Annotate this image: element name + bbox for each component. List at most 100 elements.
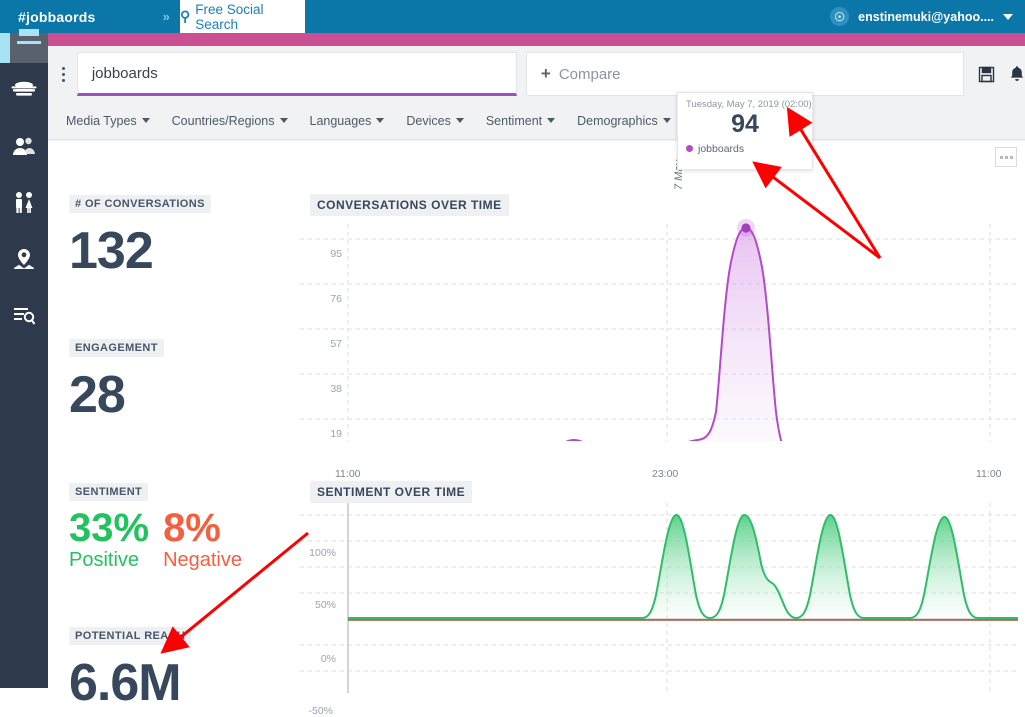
three-dots-icon[interactable] — [995, 147, 1017, 167]
list-search-icon — [11, 303, 37, 327]
logo-mark-bottom — [17, 41, 41, 44]
filter-label: Sentiment — [486, 114, 542, 128]
compare-label: Compare — [559, 66, 621, 83]
filter-label: Countries/Regions — [172, 114, 275, 128]
account-area[interactable]: ☉ enstinemuki@yahoo.... — [830, 0, 1025, 33]
account-email: enstinemuki@yahoo.... — [858, 10, 994, 24]
floppy-save-icon[interactable] — [978, 66, 995, 83]
people-icon — [11, 135, 37, 159]
conversations-chart-panel: CONVERSATIONS OVER TIME — [300, 141, 1025, 431]
map-pin-icon — [11, 247, 37, 271]
sentiment-positive: 33% Positive — [69, 507, 149, 572]
sentiment-negative-label: Negative — [163, 549, 242, 572]
y-tick-50: 50% — [304, 599, 336, 611]
chevron-down-icon — [280, 118, 288, 123]
kpi-value: 6.6M — [69, 657, 191, 709]
sentiment-positive-label: Positive — [69, 549, 149, 572]
kpi-conversations: # OF CONVERSATIONS 132 — [69, 194, 211, 277]
y-tick-38: 38 — [310, 383, 342, 395]
tooltip-value: 94 — [686, 110, 804, 139]
sentiment-chart-title: SENTIMENT OVER TIME — [310, 481, 472, 503]
tooltip-series-name: jobboards — [698, 143, 744, 155]
plus-icon: + — [541, 64, 551, 84]
filter-label: Languages — [310, 114, 372, 128]
gender-icon — [11, 191, 37, 215]
conversations-line — [308, 228, 1018, 441]
kpi-label: ENGAGEMENT — [69, 339, 164, 357]
filter-bar: Media Types Countries/Regions Languages … — [48, 102, 1025, 140]
kpi-sentiment: SENTIMENT 33% Positive 8% Negative — [69, 482, 242, 572]
kpi-column: # OF CONVERSATIONS 132 ENGAGEMENT 28 SEN… — [48, 141, 300, 688]
compare-button[interactable]: + Compare — [526, 52, 964, 96]
y-tick-57: 57 — [310, 338, 342, 350]
browser-tab-active[interactable]: ⚲ Free Social Search — [180, 0, 305, 33]
search-input[interactable]: jobboards — [77, 52, 517, 96]
browser-tab-active-label: Free Social Search — [195, 2, 305, 32]
sidebar-item-mentions[interactable] — [0, 287, 48, 343]
browser-tab-title: #jobbaords — [18, 9, 95, 25]
kpi-label: SENTIMENT — [69, 483, 148, 501]
filter-sentiment[interactable]: Sentiment — [486, 114, 555, 128]
chart-tooltip: Tuesday, May 7, 2019 (02:00) 94 jobboard… — [677, 92, 813, 170]
kpi-value: 28 — [69, 369, 164, 421]
filter-label: Demographics — [577, 114, 658, 128]
bell-icon[interactable] — [1009, 65, 1025, 83]
double-chevron-down-icon[interactable]: » — [163, 10, 170, 23]
y-tick-100: 100% — [304, 547, 336, 559]
chevron-down-icon — [456, 118, 464, 123]
filter-label: Devices — [406, 114, 450, 128]
filter-demographics[interactable]: Demographics — [577, 114, 671, 128]
toolbar-icons — [978, 65, 1025, 83]
sidebar — [0, 63, 48, 688]
logo-mark-top — [19, 29, 39, 36]
sentiment-negative: 8% Negative — [163, 507, 242, 572]
kpi-potential-reach: POTENTIAL REACH 6.6M — [69, 626, 191, 709]
sidebar-item-locations[interactable] — [0, 231, 48, 287]
sidebar-logo-block[interactable] — [10, 33, 48, 63]
sentiment-negative-value: 8% — [163, 507, 242, 549]
search-icon: ⚲ — [180, 8, 190, 25]
search-toolbar: jobboards + Compare — [48, 46, 1025, 102]
kpi-engagement: ENGAGEMENT 28 — [69, 338, 164, 421]
caret-down-icon[interactable] — [1003, 14, 1013, 20]
chevron-down-icon — [142, 118, 150, 123]
layers-icon — [11, 79, 37, 103]
chevron-down-icon — [663, 118, 671, 123]
filter-media-types[interactable]: Media Types — [66, 114, 150, 128]
y-tick-95: 95 — [310, 248, 342, 260]
tooltip-legend: jobboards — [686, 143, 804, 155]
globe-avatar-icon: ☉ — [830, 7, 849, 26]
sidebar-item-overview[interactable] — [0, 63, 48, 119]
search-input-value: jobboards — [92, 65, 158, 82]
filter-devices[interactable]: Devices — [406, 114, 463, 128]
sentiment-chart-panel: SENTIMENT OVER TIME — [300, 431, 1025, 688]
conversations-chart-title: CONVERSATIONS OVER TIME — [310, 194, 509, 216]
left-accent-strip — [0, 33, 10, 63]
sentiment-chart[interactable]: 100% 50% 0% -50% — [300, 503, 1025, 693]
sentiment-positive-value: 33% — [69, 507, 149, 549]
filter-label: Media Types — [66, 114, 137, 128]
kpi-value: 132 — [69, 225, 211, 277]
chevron-down-icon — [547, 118, 555, 123]
sidebar-item-audience[interactable] — [0, 119, 48, 175]
conversations-area-fill — [308, 228, 1018, 441]
topbar-spacer — [305, 0, 830, 33]
browser-tab-bar: #jobbaords » ⚲ Free Social Search ☉ enst… — [0, 0, 1025, 33]
tooltip-date: Tuesday, May 7, 2019 (02:00) — [686, 99, 804, 110]
highlight-point — [741, 223, 750, 232]
y-tick-76: 76 — [310, 293, 342, 305]
filter-countries-regions[interactable]: Countries/Regions — [172, 114, 288, 128]
filter-languages[interactable]: Languages — [310, 114, 385, 128]
y-tick-0: 0% — [304, 653, 336, 665]
y-tick-neg50: -50% — [301, 705, 333, 717]
pink-accent-bar — [48, 33, 1025, 46]
sidebar-item-demographics[interactable] — [0, 175, 48, 231]
kpi-label: # OF CONVERSATIONS — [69, 195, 211, 213]
chevron-down-icon — [376, 118, 384, 123]
series-color-dot — [686, 145, 693, 152]
kpi-label: POTENTIAL REACH — [69, 627, 191, 645]
main-content: jobboards + Compare Med — [48, 46, 1025, 688]
kebab-menu-icon[interactable] — [51, 67, 77, 82]
dashboard-body: # OF CONVERSATIONS 132 ENGAGEMENT 28 SEN… — [48, 141, 1025, 688]
conversations-chart[interactable]: 95 76 57 38 19 11:00 23:00 11:00 — [300, 216, 1025, 441]
